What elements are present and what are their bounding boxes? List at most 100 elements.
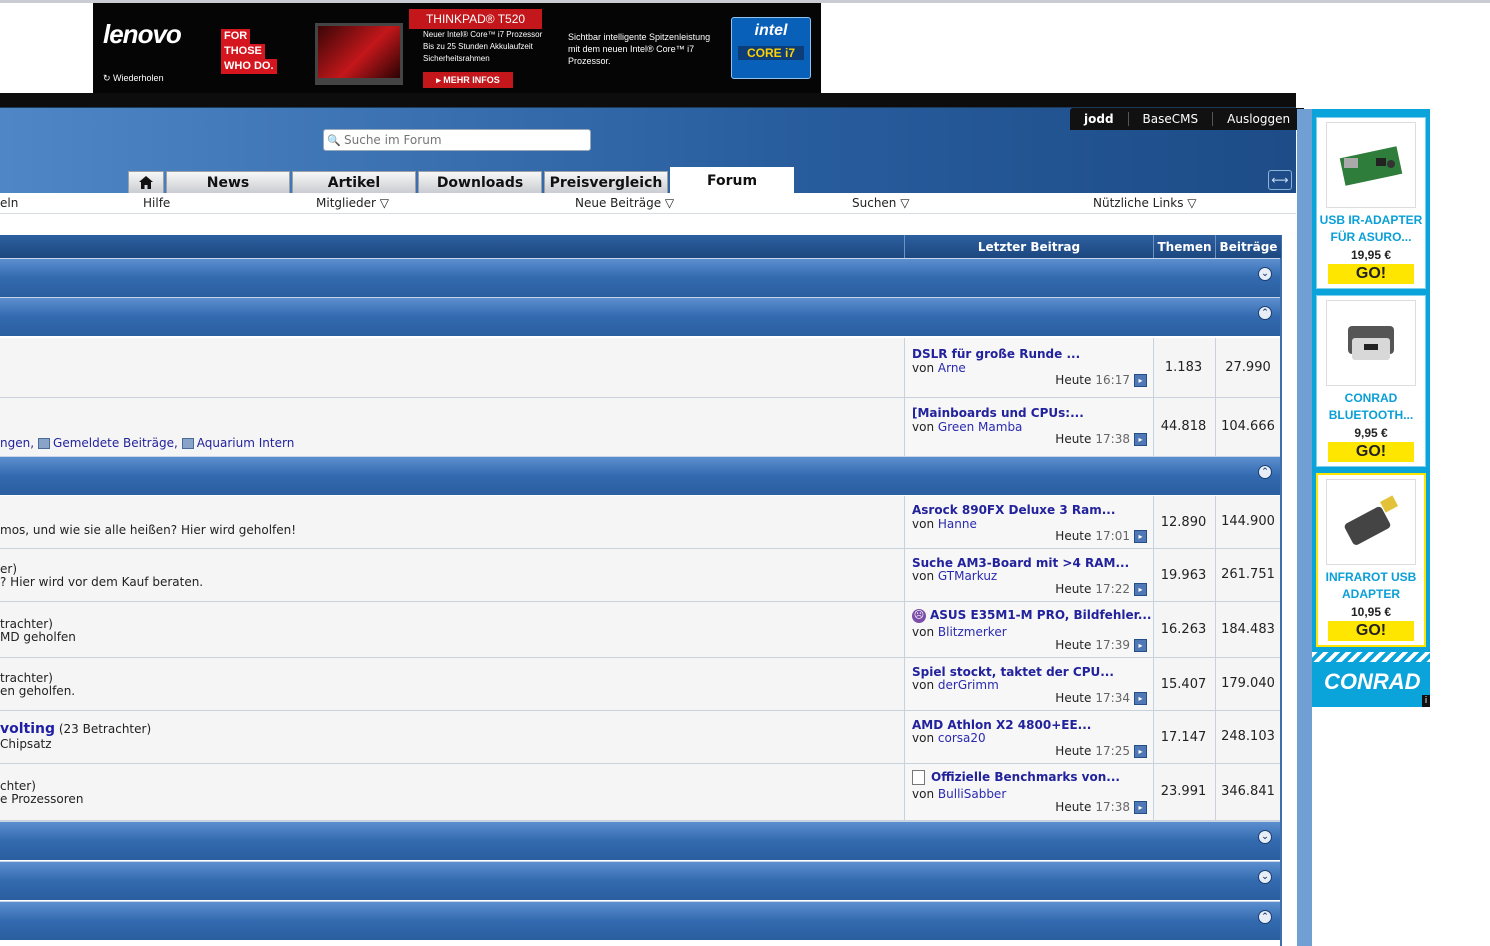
thread-count: 17.147 (1160, 730, 1207, 745)
last-post-title-link[interactable]: Spiel stockt, taktet der CPU... (912, 665, 1114, 679)
go-button[interactable]: GO! (1328, 442, 1414, 462)
username-link[interactable]: jodd (1070, 112, 1128, 126)
goto-last-post-icon[interactable]: ▸ (1134, 432, 1147, 446)
goto-last-post-icon[interactable]: ▸ (1134, 744, 1147, 758)
basecms-link[interactable]: BaseCMS (1127, 112, 1213, 126)
conrad-logo[interactable]: CONRAD (1324, 669, 1421, 695)
author-link[interactable]: Green Mamba (938, 420, 1023, 434)
product-price: 9,95 € (1354, 426, 1388, 440)
subforum-link[interactable]: Aquarium Intern (197, 436, 295, 450)
go-button[interactable]: GO! (1328, 621, 1414, 641)
subnav-item-regeln[interactable]: eln (0, 196, 18, 210)
forum-row: trachter) MD geholfen ☹ ASUS E35M1-M PRO,… (0, 602, 1280, 658)
subnav-item-suchen[interactable]: Suchen ▽ (852, 196, 909, 210)
last-post-author: von GTMarkuz (912, 569, 997, 583)
last-post-title-link[interactable]: ASUS E35M1-M PRO, Bildfehler... (930, 608, 1152, 622)
lenovo-banner-ad[interactable]: lenovo FOR THOSE WHO DO. ↻ Wiederholen T… (93, 3, 821, 93)
more-info-button[interactable]: ▸ MEHR INFOS (423, 72, 513, 88)
ad-info-icon[interactable]: i (1422, 695, 1430, 707)
author-link[interactable]: BulliSabber (938, 787, 1006, 801)
spec-line: Neuer Intel® Core™ i7 Prozessor (423, 30, 543, 39)
tab-artikel[interactable]: Artikel (292, 171, 416, 193)
last-post-cell: Offizielle Benchmarks von... von BulliSa… (904, 764, 1154, 820)
subnav-item-mitglieder[interactable]: Mitglieder ▽ (316, 196, 389, 210)
last-post-date: Heute 17:38 ▸ (1055, 432, 1147, 446)
tab-home[interactable] (128, 171, 164, 193)
thinkpad-specs: Neuer Intel® Core™ i7 Prozessor Bis zu 2… (423, 29, 563, 65)
category-header: ⌄ (0, 258, 1280, 297)
expand-width-icon[interactable]: ⟷ (1268, 170, 1292, 190)
goto-last-post-icon[interactable]: ▸ (1134, 582, 1147, 596)
forum-subnav: eln Hilfe Mitglieder ▽ Neue Beiträge ▽ S… (0, 193, 1296, 214)
author-link[interactable]: derGrimm (938, 678, 999, 692)
last-post-title-link[interactable]: AMD Athlon X2 4800+EE... (912, 718, 1091, 732)
subnav-item-neue-beitraege[interactable]: Neue Beiträge ▽ (575, 196, 674, 210)
by-label: von (912, 787, 935, 801)
post-time: 17:01 (1095, 529, 1130, 543)
goto-last-post-icon[interactable]: ▸ (1134, 691, 1147, 705)
collapse-toggle-icon[interactable]: ⌄ (1258, 870, 1272, 884)
goto-last-post-icon[interactable]: ▸ (1134, 373, 1147, 387)
product-price: 10,95 € (1350, 605, 1392, 619)
collapse-toggle-icon[interactable]: ⌄ (1258, 267, 1272, 281)
subnav-item-nuetzliche-links[interactable]: Nützliche Links ▽ (1093, 196, 1197, 210)
last-post-date: Heute 17:01 ▸ (1055, 529, 1147, 543)
goto-last-post-icon[interactable]: ▸ (1134, 529, 1147, 543)
forum-description: Chipsatz (0, 737, 52, 751)
goto-last-post-icon[interactable]: ▸ (1134, 638, 1147, 652)
author-link[interactable]: Blitzmerker (938, 625, 1007, 639)
ad-product-bluetooth[interactable]: CONRAD BLUETOOTH... 9,95 € GO! (1316, 295, 1426, 467)
tab-downloads[interactable]: Downloads (418, 171, 542, 193)
forum-title-link[interactable]: volting (0, 721, 55, 737)
author-link[interactable]: Arne (938, 361, 966, 375)
intel-claim: Sichtbar intelligente Spitzenleistung mi… (568, 31, 728, 67)
collapse-toggle-icon[interactable]: ⌄ (1258, 830, 1272, 844)
author-link[interactable]: GTMarkuz (938, 569, 997, 583)
product-name-line: FÜR ASURO... (1330, 230, 1412, 244)
ad-product-infrarot-usb[interactable]: INFRAROT USB ADAPTER 10,95 € GO! (1316, 473, 1426, 647)
post-day: Heute (1055, 638, 1092, 652)
post-time: 17:22 (1095, 582, 1130, 596)
laptop-image (315, 23, 403, 85)
tab-forum[interactable]: Forum (670, 167, 794, 193)
forum-description: en geholfen. (0, 684, 76, 698)
collapse-toggle-icon[interactable]: ⌃ (1258, 306, 1272, 320)
collapse-toggle-icon[interactable]: ⌃ (1258, 465, 1272, 479)
last-post-title-link[interactable]: [Mainboards und CPUs:... (912, 406, 1084, 420)
go-button[interactable]: GO! (1328, 264, 1414, 284)
search-icon[interactable]: 🔍 (324, 134, 344, 147)
last-post-title-link[interactable]: Suche AM3-Board mit >4 RAM... (912, 556, 1129, 570)
search-input[interactable] (344, 133, 584, 147)
lenovo-tagline: FOR THOSE WHO DO. (221, 29, 277, 74)
last-post-date: Heute 17:22 ▸ (1055, 582, 1147, 596)
last-post-title-link[interactable]: DSLR für große Runde ... (912, 347, 1080, 361)
subforum-link[interactable]: Gemeldete Beiträge, (53, 436, 178, 450)
ad-product-usb-ir-adapter[interactable]: USB IR-ADAPTER FÜR ASURO... 19,95 € GO! (1316, 117, 1426, 289)
collapse-toggle-icon[interactable]: ⌃ (1258, 910, 1272, 924)
folder-icon (38, 438, 51, 449)
last-post-title-link[interactable]: Offizielle Benchmarks von... (931, 770, 1120, 784)
forum-row: mos, und wie sie alle heißen? Hier wird … (0, 496, 1280, 549)
category-header: ⌄ (0, 821, 1280, 860)
subforum-link[interactable]: ngen, (0, 436, 34, 450)
goto-last-post-icon[interactable]: ▸ (1134, 800, 1147, 814)
subnav-item-hilfe[interactable]: Hilfe (143, 196, 170, 210)
spec-line: Bis zu 25 Stunden Akkulaufzeit (423, 42, 533, 51)
last-post-author: von Arne (912, 361, 966, 375)
ad-stripe (1312, 652, 1430, 662)
last-post-author: von Hanne (912, 517, 977, 531)
product-name: USB IR-ADAPTER FÜR ASURO... (1317, 212, 1425, 246)
logout-link[interactable]: Ausloggen (1212, 112, 1304, 126)
replay-button[interactable]: ↻ Wiederholen (103, 73, 164, 84)
tab-news[interactable]: News (166, 171, 290, 193)
author-link[interactable]: Hanne (938, 517, 977, 531)
post-count: 27.990 (1215, 338, 1280, 397)
author-link[interactable]: corsa20 (938, 731, 986, 745)
claim-line: mit dem neuen Intel® Core™ i7 (568, 44, 695, 54)
tagline-for: FOR (221, 29, 251, 44)
post-day: Heute (1055, 529, 1092, 543)
product-name-line: CONRAD (1344, 391, 1398, 405)
last-post-title-link[interactable]: Asrock 890FX Deluxe 3 Ram... (912, 503, 1115, 517)
tab-preisvergleich[interactable]: Preisvergleich (544, 171, 668, 193)
folder-icon (181, 438, 194, 449)
